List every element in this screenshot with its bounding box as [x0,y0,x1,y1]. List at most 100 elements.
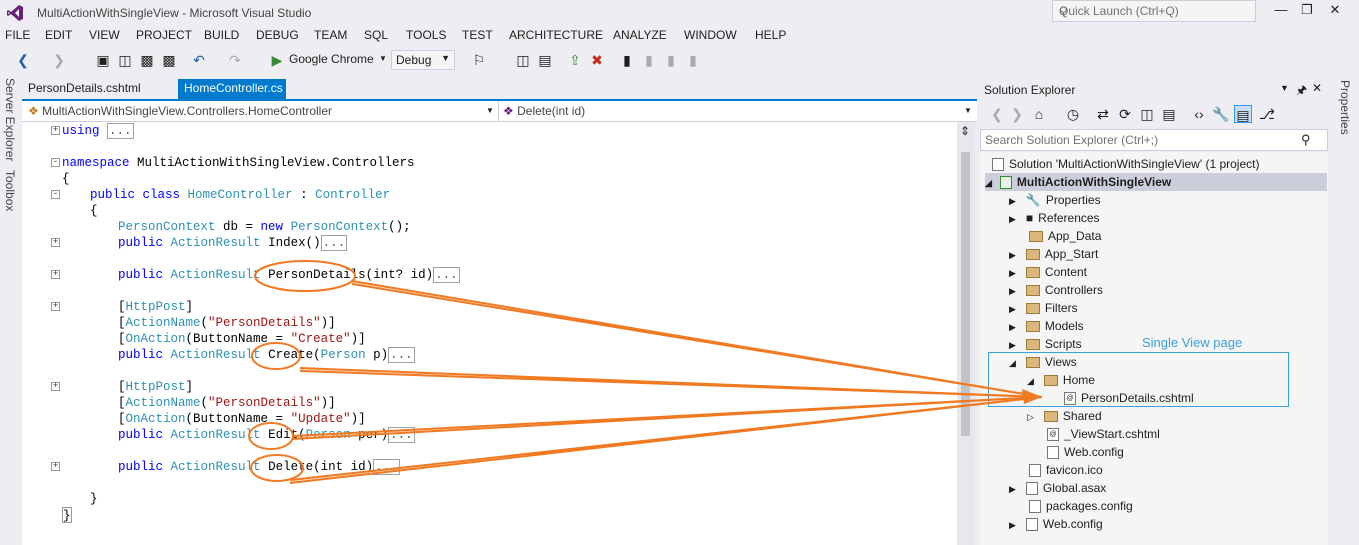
expand-icon[interactable]: + [51,126,60,135]
view-code-icon[interactable]: ‹› [1190,105,1208,123]
prev-bookmark-icon[interactable]: ▮ [640,51,658,69]
chevron-down-icon: ▼ [441,53,450,63]
menu-debug[interactable]: DEBUG [256,28,299,42]
bookmark-icon[interactable]: ▮ [618,51,636,69]
tab-home-controller[interactable]: HomeController.cs [178,79,286,99]
expand-icon[interactable]: + [51,462,60,471]
configuration-select[interactable]: Debug ▼ [391,50,455,70]
tree-item-project[interactable]: ◢ MultiActionWithSingleView [985,173,1327,191]
tree-item-web-config[interactable]: ▶ Web.config [1009,515,1103,533]
minimize-button[interactable]: — [1268,2,1294,17]
back-icon[interactable]: ❮ [14,51,32,69]
history-icon[interactable]: ◷ [1064,105,1082,123]
menu-analyze[interactable]: ANALYZE [613,28,667,42]
menu-project[interactable]: PROJECT [136,28,192,42]
collapse-all-icon[interactable]: ◫ [1138,105,1156,123]
forward-icon[interactable]: ❯ [50,51,68,69]
forward-icon[interactable]: ❯ [1008,105,1026,123]
redo-icon[interactable]: ↷ [226,51,244,69]
tree-item-global-asax[interactable]: ▶ Global.asax [1009,479,1106,497]
tree-item-filters[interactable]: ▶ Filters [1009,299,1078,317]
tree-item-controllers[interactable]: ▶ Controllers [1009,281,1103,299]
tree-item-views-web-config[interactable]: Web.config [1047,443,1124,461]
server-explorer-tab[interactable]: Server Explorer [3,78,17,161]
tree-item-packages-config[interactable]: packages.config [1029,497,1133,515]
properties-icon[interactable]: 🔧 [1212,105,1230,123]
next-bookmark-icon[interactable]: ▮ [662,51,680,69]
chevron-down-icon[interactable]: ▼ [1280,83,1289,93]
bookmark-remove-icon[interactable]: ✖ [588,51,606,69]
close-icon[interactable]: ✕ [1312,81,1322,95]
save-all-icon[interactable]: ▩ [160,51,178,69]
tree-item-properties[interactable]: ▶ 🔧 Properties [1009,191,1101,209]
expand-icon[interactable]: + [51,238,60,247]
class-dropdown[interactable]: ❖ MultiActionWithSingleView.Controllers.… [24,101,496,122]
tree-item-app-data[interactable]: App_Data [1029,227,1101,245]
menu-window[interactable]: WINDOW [684,28,737,42]
collapse-icon[interactable]: - [51,158,60,167]
preview-icon[interactable]: ▤ [1234,105,1252,123]
search-icon[interactable]: ⚲ [1301,132,1311,148]
tab-person-details[interactable]: PersonDetails.cshtml [22,79,147,99]
split-icon[interactable]: ⇕ [960,124,970,138]
collapse-icon[interactable]: - [51,190,60,199]
home-icon[interactable]: ⌂ [1030,105,1048,123]
code-line: public ActionResult PersonDetails(int? i… [118,267,460,283]
undo-icon[interactable]: ↶ [190,51,208,69]
class-icon: ❖ [28,104,39,118]
browser-select[interactable]: Google Chrome [289,52,374,66]
tree-item-solution[interactable]: Solution 'MultiActionWithSingleView' (1 … [992,155,1259,173]
razor-file-icon: @ [1047,428,1059,442]
open-file-icon[interactable]: ◫ [116,51,134,69]
menu-view[interactable]: VIEW [89,28,120,42]
menu-file[interactable]: FILE [5,28,30,42]
menu-architecture[interactable]: ARCHITECTURE [509,28,603,42]
tree-item-favicon[interactable]: favicon.ico [1029,461,1103,479]
restore-button[interactable]: ❐ [1294,2,1320,18]
menu-help[interactable]: HELP [755,28,786,42]
chevron-down-icon[interactable]: ▼ [486,106,494,115]
solution-config-icon[interactable]: ◫ [514,51,532,69]
tree-item-models[interactable]: ▶ Models [1009,317,1084,335]
layout-icon[interactable]: ▤ [536,51,554,69]
menu-build[interactable]: BUILD [204,28,239,42]
tree-item-viewstart[interactable]: @ _ViewStart.cshtml [1047,425,1160,443]
toolbox-tab[interactable]: Toolbox [3,170,17,211]
properties-tab[interactable]: Properties [1338,80,1352,135]
tree-item-scripts[interactable]: ▶ Scripts [1009,335,1082,353]
tree-item-app-start[interactable]: ▶ App_Start [1009,245,1098,263]
quick-launch-input[interactable]: Quick Launch (Ctrl+Q) ⚲ [1052,0,1256,22]
attach-icon[interactable]: ⚐ [470,51,488,69]
expand-icon[interactable]: + [51,302,60,311]
expand-icon[interactable]: + [51,270,60,279]
code-line: { [90,204,98,218]
class-view-icon[interactable]: ⎇ [1258,105,1276,123]
tree-item-shared[interactable]: ▷ Shared [1027,407,1102,425]
pin-icon[interactable]: 🖈 [1296,81,1307,102]
close-button[interactable]: ✕ [1322,2,1348,18]
bookmark-add-icon[interactable]: ⇪ [566,51,584,69]
scrollbar-thumb[interactable] [961,152,970,436]
tree-item-references[interactable]: ▶ ■ References [1009,209,1100,227]
expand-icon[interactable]: + [51,382,60,391]
back-icon[interactable]: ❮ [988,105,1006,123]
menu-team[interactable]: TEAM [314,28,347,42]
solution-explorer-search[interactable]: Search Solution Explorer (Ctrl+;) ⚲ [980,129,1328,151]
show-all-files-icon[interactable]: ▤ [1160,105,1178,123]
browser-dropdown-icon[interactable]: ▼ [379,54,387,63]
menu-edit[interactable]: EDIT [45,28,72,42]
save-icon[interactable]: ▩ [138,51,156,69]
menu-sql[interactable]: SQL [364,28,388,42]
menu-tools[interactable]: TOOLS [406,28,446,42]
tree-item-content[interactable]: ▶ Content [1009,263,1087,281]
refresh-icon[interactable]: ⟳ [1116,105,1134,123]
editor-scrollbar[interactable]: ⇕ [957,122,975,545]
start-debug-icon[interactable]: ▶ [268,51,286,69]
clear-bookmarks-icon[interactable]: ▮ [684,51,702,69]
new-project-icon[interactable]: ▣ [94,51,112,69]
sync-icon[interactable]: ⇄ [1094,105,1112,123]
chevron-down-icon[interactable]: ▼ [964,106,972,115]
solution-explorer-title: Solution Explorer [984,83,1076,97]
menu-test[interactable]: TEST [462,28,493,42]
member-dropdown[interactable]: ❖ Delete(int id) [498,101,976,122]
